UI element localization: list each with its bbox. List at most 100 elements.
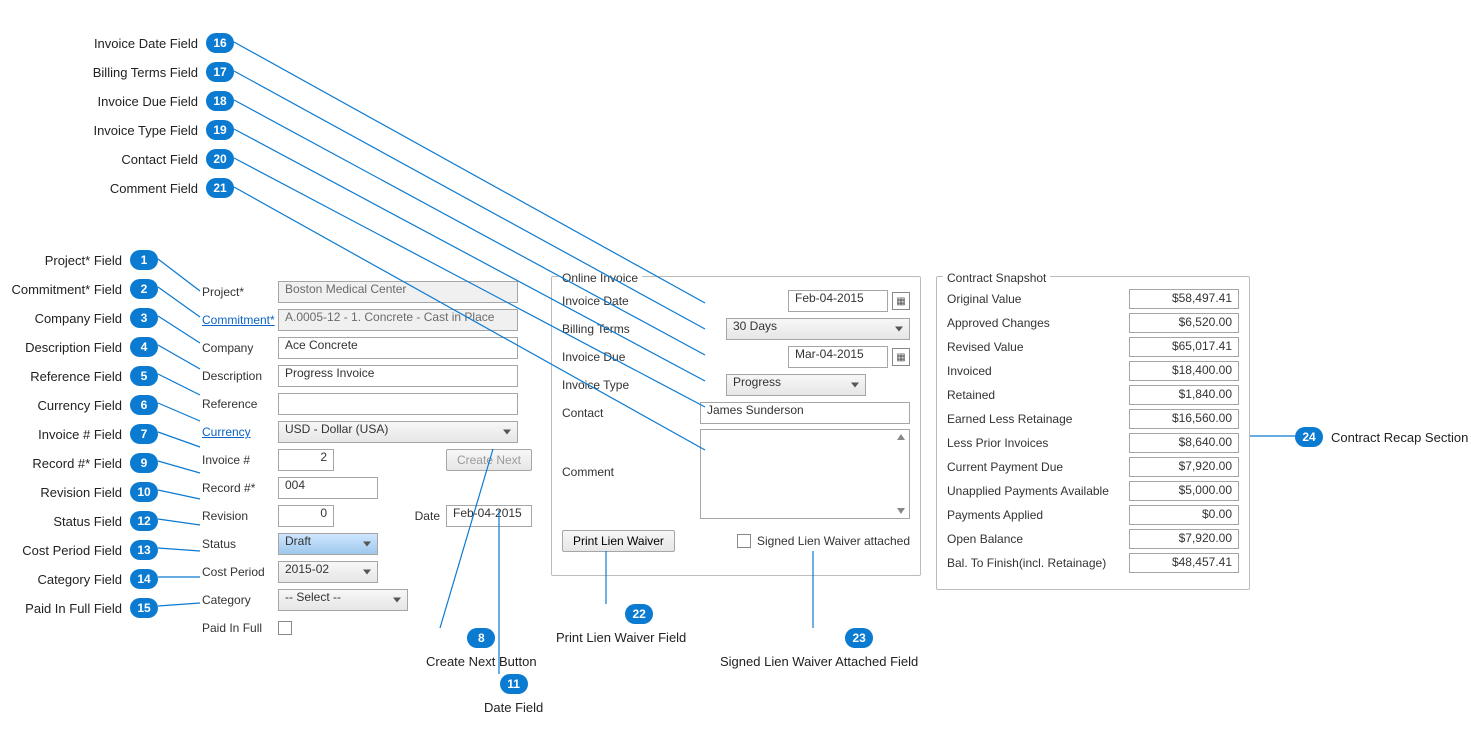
snapshot-label: Revised Value: [947, 340, 1024, 354]
invoice-number-label: Invoice #: [202, 453, 278, 467]
paid-in-full-checkbox[interactable]: [278, 621, 292, 635]
invoice-date-field: Invoice Date Feb-04-2015 ▦: [562, 289, 910, 313]
snapshot-label: Current Payment Due: [947, 460, 1063, 474]
snapshot-value: $6,520.00: [1129, 313, 1239, 333]
snapshot-value: $1,840.00: [1129, 385, 1239, 405]
comment-textarea[interactable]: [700, 429, 910, 519]
invoice-type-label: Invoice Type: [562, 378, 654, 392]
signed-lien-waiver-checkbox[interactable]: [737, 534, 751, 548]
snapshot-row: Original Value $58,497.41: [947, 289, 1239, 309]
date-label: Date: [415, 509, 440, 523]
comment-label: Comment: [562, 465, 654, 479]
project-input[interactable]: Boston Medical Center: [278, 281, 518, 303]
revision-field: Revision 0 Date Feb-04-2015: [202, 504, 532, 528]
reference-label: Reference: [202, 397, 278, 411]
revision-input[interactable]: 0: [278, 505, 334, 527]
company-input[interactable]: Ace Concrete: [278, 337, 518, 359]
snapshot-row: Unapplied Payments Available $5,000.00: [947, 481, 1239, 501]
invoice-type-field: Invoice Type Progress: [562, 373, 910, 397]
snapshot-row: Revised Value $65,017.41: [947, 337, 1239, 357]
description-label: Description: [202, 369, 278, 383]
snapshot-row: Bal. To Finish(incl. Retainage) $48,457.4…: [947, 553, 1239, 573]
snapshot-value: $18,400.00: [1129, 361, 1239, 381]
chevron-down-icon[interactable]: [897, 508, 905, 514]
record-number-input[interactable]: 004: [278, 477, 378, 499]
invoice-type-select[interactable]: Progress: [726, 374, 866, 396]
snapshot-row: Current Payment Due $7,920.00: [947, 457, 1239, 477]
commitment-input[interactable]: A.0005-12 - 1. Concrete - Cast in Place: [278, 309, 518, 331]
cost-period-label: Cost Period: [202, 565, 278, 579]
billing-terms-field: Billing Terms 30 Days: [562, 317, 910, 341]
snapshot-label: Retained: [947, 388, 995, 402]
online-invoice-legend: Online Invoice: [558, 271, 642, 285]
invoice-due-input[interactable]: Mar-04-2015: [788, 346, 888, 368]
record-number-label: Record #*: [202, 481, 278, 495]
commitment-field: Commitment* A.0005-12 - 1. Concrete - Ca…: [202, 308, 532, 332]
snapshot-value: $65,017.41: [1129, 337, 1239, 357]
create-next-button[interactable]: Create Next: [446, 449, 532, 471]
paid-in-full-label: Paid In Full: [202, 621, 278, 635]
invoice-due-label: Invoice Due: [562, 350, 654, 364]
snapshot-row: Open Balance$7,920.00: [947, 529, 1239, 549]
currency-select[interactable]: USD - Dollar (USA): [278, 421, 518, 443]
contact-field: Contact James Sunderson: [562, 401, 910, 425]
callout-label: Project* Field: [45, 253, 122, 268]
snapshot-value: $58,497.41: [1129, 289, 1239, 309]
invoice-number-input[interactable]: 2: [278, 449, 334, 471]
invoice-date-input[interactable]: Feb-04-2015: [788, 290, 888, 312]
snapshot-label: Invoiced: [947, 364, 992, 378]
snapshot-value: $16,560.00: [1129, 409, 1239, 429]
snapshot-label: Payments Applied: [947, 508, 1043, 522]
snapshot-value: $7,920.00: [1129, 457, 1239, 477]
project-field: Project* Boston Medical Center: [202, 280, 532, 304]
project-label: Project*: [202, 285, 278, 299]
date-input[interactable]: Feb-04-2015: [446, 505, 532, 527]
snapshot-row: Retained $1,840.00: [947, 385, 1239, 405]
reference-input[interactable]: [278, 393, 518, 415]
contact-input[interactable]: James Sunderson: [700, 402, 910, 424]
currency-field: Currency USD - Dollar (USA): [202, 420, 532, 444]
company-field: Company Ace Concrete: [202, 336, 532, 360]
snapshot-value: $5,000.00: [1129, 481, 1239, 501]
calendar-icon[interactable]: ▦: [892, 348, 910, 366]
snapshot-label: Approved Changes: [947, 316, 1050, 330]
category-field: Category -- Select --: [202, 588, 532, 612]
callout-badge: 1: [130, 250, 158, 270]
contract-snapshot-legend: Contract Snapshot: [943, 271, 1050, 285]
revision-label: Revision: [202, 509, 278, 523]
chevron-up-icon[interactable]: [897, 434, 905, 440]
invoice-number-field: Invoice # 2 Create Next: [202, 448, 532, 472]
cost-period-field: Cost Period 2015-02: [202, 560, 532, 584]
category-select[interactable]: -- Select --: [278, 589, 408, 611]
record-number-field: Record #* 004: [202, 476, 532, 500]
company-label: Company: [202, 341, 278, 355]
billing-terms-select[interactable]: 30 Days: [726, 318, 910, 340]
snapshot-row: Approved Changes $6,520.00: [947, 313, 1239, 333]
status-label: Status: [202, 537, 278, 551]
print-lien-waiver-button[interactable]: Print Lien Waiver: [562, 530, 675, 552]
snapshot-label: Less Prior Invoices: [947, 436, 1048, 450]
snapshot-row: Invoiced $18,400.00: [947, 361, 1239, 381]
status-select[interactable]: Draft: [278, 533, 378, 555]
snapshot-row: Less Prior Invoices$8,640.00: [947, 433, 1239, 453]
currency-label[interactable]: Currency: [202, 425, 278, 439]
contact-label: Contact: [562, 406, 654, 420]
snapshot-value: $48,457.41: [1129, 553, 1239, 573]
description-input[interactable]: Progress Invoice: [278, 365, 518, 387]
snapshot-label: Original Value: [947, 292, 1021, 306]
scrollbar[interactable]: [895, 434, 907, 514]
snapshot-row: Payments Applied $0.00: [947, 505, 1239, 525]
commitment-label[interactable]: Commitment*: [202, 313, 278, 327]
reference-field: Reference: [202, 392, 532, 416]
calendar-icon[interactable]: ▦: [892, 292, 910, 310]
snapshot-label: Unapplied Payments Available: [947, 484, 1109, 498]
signed-lien-waiver-label: Signed Lien Waiver attached: [757, 534, 910, 548]
description-field: Description Progress Invoice: [202, 364, 532, 388]
snapshot-value: $0.00: [1129, 505, 1239, 525]
status-field: Status Draft: [202, 532, 532, 556]
cost-period-select[interactable]: 2015-02: [278, 561, 378, 583]
snapshot-label: Bal. To Finish(incl. Retainage): [947, 556, 1106, 570]
comment-field: Comment: [562, 429, 910, 519]
category-label: Category: [202, 593, 278, 607]
snapshot-value: $7,920.00: [1129, 529, 1239, 549]
